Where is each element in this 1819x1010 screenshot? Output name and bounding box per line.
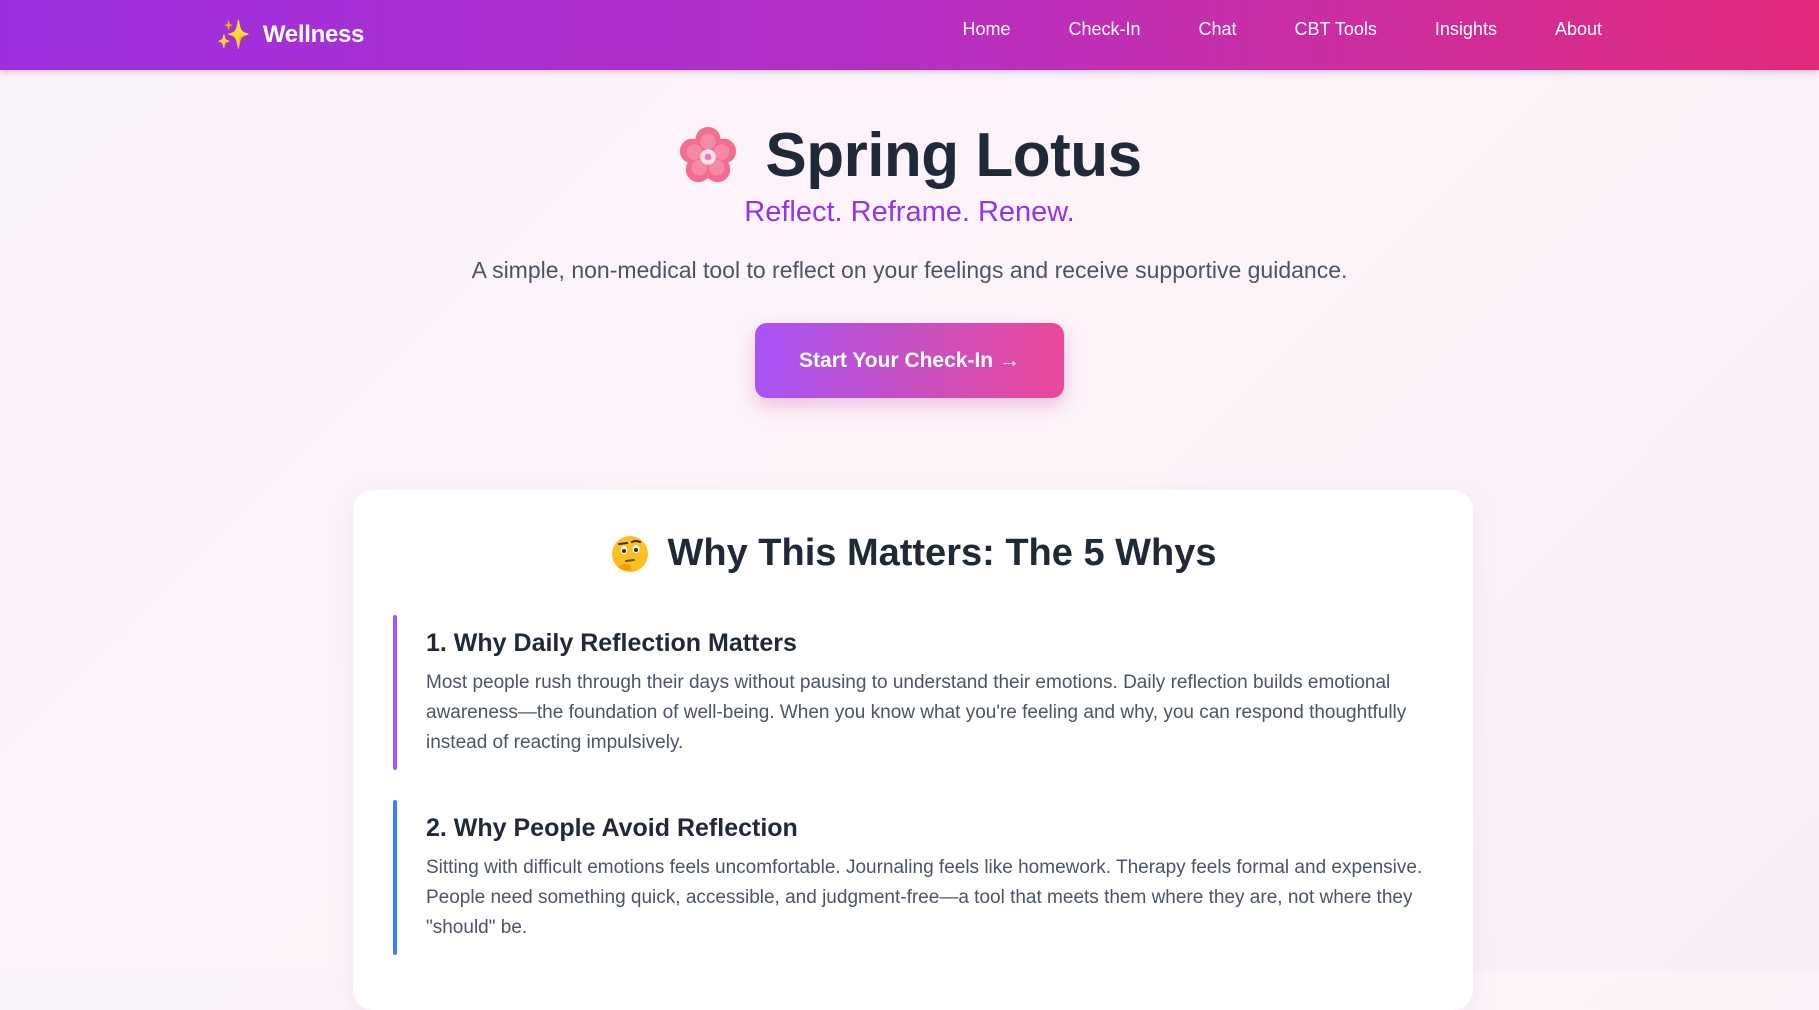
why-item-accent-bar <box>393 615 397 770</box>
why-item-body: Most people rush through their days with… <box>426 672 1407 753</box>
why-item-1: 1. Why Daily Reflection Matters Most peo… <box>393 615 1423 770</box>
brand-name: Wellness <box>262 21 365 48</box>
sparkles-icon: ✨ <box>216 19 251 50</box>
nav-link-cbt-tools[interactable]: CBT Tools <box>1266 19 1406 40</box>
nav-link-check-in[interactable]: Check-In <box>1039 19 1169 40</box>
why-item-accent-bar <box>393 800 397 955</box>
nav-link-home[interactable]: Home <box>933 19 1039 40</box>
why-card-title-text: Why This Matters: The 5 Whys <box>667 532 1217 574</box>
why-item-2: 2. Why People Avoid Reflection Sitting w… <box>393 800 1423 955</box>
why-item-heading: 1. Why Daily Reflection Matters <box>426 629 797 657</box>
nav-links: Home Check-In Chat CBT Tools Insights Ab… <box>933 0 1602 58</box>
hero-description: A simple, non-medical tool to reflect on… <box>471 256 1348 283</box>
cherry-blossom-icon <box>680 126 737 182</box>
why-item-heading: 2. Why People Avoid Reflection <box>426 814 798 842</box>
nav-link-about[interactable]: About <box>1526 19 1602 40</box>
thinking-face-icon <box>611 535 648 572</box>
why-card: Why This Matters: The 5 Whys 1. Why Dail… <box>353 490 1473 1010</box>
nav-link-chat[interactable]: Chat <box>1170 19 1266 40</box>
hero-title: Spring Lotus <box>677 120 1142 191</box>
hero-section: Spring Lotus Reflect. Reframe. Renew. A … <box>0 120 1819 398</box>
nav-link-insights[interactable]: Insights <box>1406 19 1526 40</box>
start-check-in-button[interactable]: Start Your Check-In → <box>755 322 1064 398</box>
hero-tagline: Reflect. Reframe. Renew. <box>744 195 1075 228</box>
why-card-title: Why This Matters: The 5 Whys <box>353 532 1473 575</box>
top-navbar: ✨ Wellness Home Check-In Chat CBT Tools … <box>0 0 1819 70</box>
hero-title-text: Spring Lotus <box>765 121 1142 190</box>
why-item-body: Sitting with difficult emotions feels un… <box>426 857 1423 938</box>
brand-logo[interactable]: ✨ Wellness <box>216 14 364 56</box>
